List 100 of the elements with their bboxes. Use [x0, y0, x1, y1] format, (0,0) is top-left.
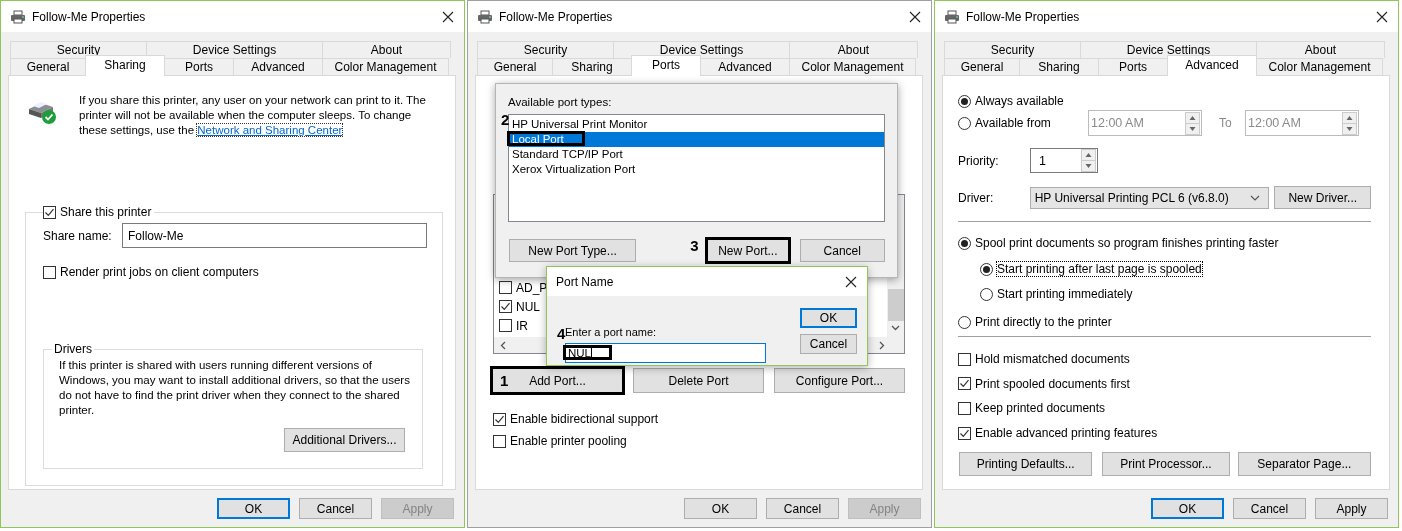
checkbox[interactable]: [958, 352, 971, 366]
close-icon[interactable]: [909, 10, 921, 23]
checkbox-label: Hold mismatched documents: [975, 352, 1130, 366]
button[interactable]: OK: [800, 308, 857, 328]
radio-button[interactable]: [980, 262, 993, 276]
priority-field[interactable]: 1: [1030, 148, 1098, 173]
checkbox[interactable]: [493, 412, 506, 426]
field-label: Driver:: [958, 190, 995, 205]
tab[interactable]: About: [1256, 41, 1385, 58]
checkbox-label: Share this printer: [60, 205, 152, 219]
checkbox[interactable]: [499, 319, 512, 332]
spin-arrows-icon[interactable]: [1081, 149, 1096, 172]
port-type-item[interactable]: Standard TCP/IP Port: [509, 147, 884, 162]
radio-label: Start printing immediately: [997, 287, 1133, 301]
to-label: To: [1218, 116, 1233, 130]
checkbox[interactable]: [43, 265, 56, 279]
tab[interactable]: Security: [477, 41, 614, 58]
tab[interactable]: Device Settings: [146, 41, 323, 58]
printer-icon: [10, 9, 26, 24]
button[interactable]: Cancel: [1233, 498, 1306, 519]
tab[interactable]: Sharing: [1019, 58, 1099, 75]
close-icon[interactable]: [1376, 10, 1388, 23]
tab[interactable]: General: [477, 58, 553, 75]
tab[interactable]: Color Management: [1256, 58, 1383, 75]
radio-button[interactable]: [958, 236, 971, 250]
tab[interactable]: General: [10, 58, 86, 75]
button[interactable]: Configure Port...: [774, 368, 905, 393]
radio-label: Always available: [975, 94, 1064, 108]
tab[interactable]: Color Management: [322, 58, 449, 75]
tab[interactable]: About: [789, 41, 918, 58]
tab[interactable]: General: [944, 58, 1020, 75]
checkbox[interactable]: [958, 377, 971, 391]
checkbox-label: Keep printed documents: [975, 401, 1106, 416]
radio-button[interactable]: [980, 287, 993, 301]
checkbox[interactable]: [958, 426, 971, 440]
button[interactable]: OK: [217, 498, 290, 519]
checkbox[interactable]: [43, 205, 56, 219]
radio-button[interactable]: [958, 315, 971, 329]
close-icon[interactable]: [845, 275, 857, 288]
port-type-item[interactable]: Local Port: [509, 132, 884, 147]
radio-label: Available from: [975, 116, 1051, 130]
port-type-item[interactable]: HP Universal Print Monitor: [509, 117, 884, 132]
radio-button[interactable]: [958, 116, 971, 130]
button[interactable]: Cancel: [799, 239, 885, 262]
highlight-box: [563, 345, 612, 360]
share-description: If you share this printer, any user on your network can print to it. The printer will not be available when the computer sleeps. To change these settings, use the Network and Sharing Center: [79, 93, 427, 138]
step-number: 1: [500, 372, 509, 389]
checkbox[interactable]: [499, 300, 512, 313]
checkbox-label: AD_P: [516, 280, 548, 295]
checkbox[interactable]: [958, 401, 971, 415]
button[interactable]: Apply: [1315, 498, 1388, 519]
network-sharing-link[interactable]: Network and Sharing Center: [197, 124, 343, 136]
window-title: Follow-Me Properties: [966, 9, 1081, 24]
tab[interactable]: Color Management: [789, 58, 916, 75]
checkbox-label: NUL: [516, 299, 540, 314]
port-type-item[interactable]: Xerox Virtualization Port: [509, 162, 884, 177]
dialog-title: Port Name: [556, 274, 614, 289]
tab[interactable]: Security: [944, 41, 1081, 58]
button[interactable]: OK: [684, 498, 757, 519]
tab[interactable]: Ports: [631, 55, 701, 76]
checkbox-label: IR: [516, 318, 528, 333]
checkbox-label: Enable advanced printing features: [975, 426, 1158, 441]
field-label: Share name:: [43, 228, 113, 243]
button[interactable]: New Port Type...: [509, 239, 637, 262]
radio-label: Spool print documents so program finishes printing faster: [975, 236, 1279, 250]
button[interactable]: Delete Port: [633, 368, 764, 393]
printer-icon: [477, 9, 493, 24]
button[interactable]: OK: [1151, 498, 1224, 519]
chevron-left-icon[interactable]: [500, 340, 506, 350]
window-title: Follow-Me Properties: [499, 9, 614, 24]
window-title: Follow-Me Properties: [32, 9, 147, 24]
radio-button[interactable]: [958, 94, 971, 108]
step-number: 2: [501, 112, 510, 128]
scrollbar-thumb[interactable]: [887, 289, 904, 321]
button[interactable]: New Driver...: [1274, 186, 1371, 209]
button[interactable]: Cancel: [766, 498, 839, 519]
list-heading: Available port types:: [508, 96, 613, 108]
tab[interactable]: Sharing: [85, 55, 165, 76]
button[interactable]: Printing Defaults...: [959, 452, 1093, 477]
share-name-field[interactable]: Follow-Me: [122, 223, 427, 248]
tab[interactable]: About: [322, 41, 451, 58]
close-icon[interactable]: [442, 10, 454, 23]
button[interactable]: Separator Page...: [1237, 452, 1371, 477]
button[interactable]: Cancel: [800, 334, 857, 354]
button[interactable]: Additional Drivers...: [284, 428, 405, 452]
checkbox-label: Enable bidirectional support: [510, 412, 659, 426]
chevron-down-icon[interactable]: [1250, 194, 1261, 201]
prompt-label: Enter a port name:: [565, 326, 658, 338]
checkbox-label: Print spooled documents first: [975, 376, 1130, 391]
checkbox[interactable]: [499, 281, 512, 294]
step-number: 3: [690, 238, 699, 254]
checkbox[interactable]: [493, 434, 506, 448]
driver-dropdown[interactable]: HP Universal Printing PCL 6 (v6.8.0): [1029, 186, 1270, 209]
button[interactable]: Cancel: [299, 498, 372, 519]
chevron-down-icon[interactable]: [891, 325, 900, 331]
tab[interactable]: Sharing: [552, 58, 632, 75]
tab[interactable]: Advanced: [1167, 55, 1257, 76]
chevron-right-icon[interactable]: [879, 340, 885, 350]
printer-icon: [944, 9, 960, 24]
button[interactable]: Print Processor...: [1102, 452, 1230, 477]
